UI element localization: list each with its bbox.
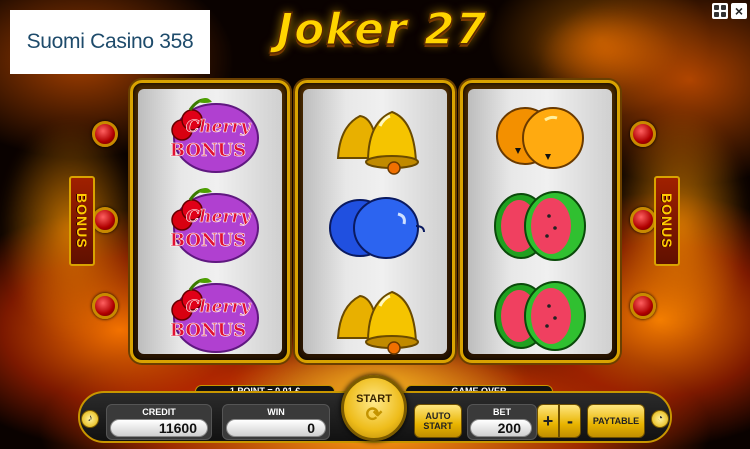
payline-pin-left-2 <box>92 207 118 233</box>
autostart-button[interactable]: AUTO START <box>414 404 462 438</box>
reel-2 <box>295 80 455 363</box>
bell-symbol <box>303 91 447 181</box>
bet-label: BET <box>493 407 511 417</box>
payline-pin-right-3 <box>630 293 656 319</box>
win-value: 0 <box>226 419 326 437</box>
payline-pin-right-2 <box>630 207 656 233</box>
credit-value: 11600 <box>110 419 208 437</box>
bet-plus-button[interactable]: + <box>537 404 559 438</box>
paytable-button[interactable]: PAYTABLE <box>587 404 645 438</box>
credit-label: CREDIT <box>142 407 176 417</box>
game-title: Joker 27 <box>276 3 488 56</box>
reel-3 <box>460 80 620 363</box>
win-label: WIN <box>267 407 285 417</box>
game-stage: Suomi Casino 358 Joker 27 × BONUS BONUS … <box>0 0 750 449</box>
orange-symbol <box>468 91 612 181</box>
speaker-icon[interactable]: ♪ <box>81 410 99 428</box>
casino-logo-text: Suomi Casino 358 <box>26 30 194 53</box>
watermelon-symbol <box>468 271 612 361</box>
svg-text:Cherry: Cherry <box>186 207 252 227</box>
bet-value: 200 <box>470 419 532 437</box>
bet-minus-button[interactable]: - <box>559 404 581 438</box>
flame-decoration <box>530 10 680 90</box>
cherry-bonus-symbol: Cherry BONUS <box>138 271 282 361</box>
payline-pin-left-3 <box>92 293 118 319</box>
spin-arrows-icon: ⟳ <box>365 404 383 426</box>
svg-text:BONUS: BONUS <box>170 140 246 161</box>
svg-text:Cherry: Cherry <box>186 117 252 137</box>
bonus-tab-right: BONUS <box>654 176 680 266</box>
reel-1: Cherry BONUS Cherry BONUS Cherry BONUS <box>130 80 290 363</box>
close-icon[interactable]: × <box>731 3 747 19</box>
bonus-tab-left: BONUS <box>69 176 95 266</box>
svg-text:BONUS: BONUS <box>170 230 246 251</box>
cherry-bonus-symbol: Cherry BONUS <box>138 91 282 181</box>
plum-symbol <box>303 181 447 271</box>
payline-pin-right-1 <box>630 121 656 147</box>
casino-logo: Suomi Casino 358 <box>10 10 210 74</box>
payline-pin-left-1 <box>92 121 118 147</box>
svg-text:Cherry: Cherry <box>186 297 252 317</box>
fullscreen-icon[interactable] <box>712 3 728 19</box>
watermelon-symbol <box>468 181 612 271</box>
start-button[interactable]: START ⟳ <box>341 375 407 441</box>
bell-symbol <box>303 271 447 361</box>
cherry-bonus-symbol: Cherry BONUS <box>138 181 282 271</box>
gauge-icon[interactable]: ◔ <box>651 410 669 428</box>
svg-text:BONUS: BONUS <box>170 320 246 341</box>
